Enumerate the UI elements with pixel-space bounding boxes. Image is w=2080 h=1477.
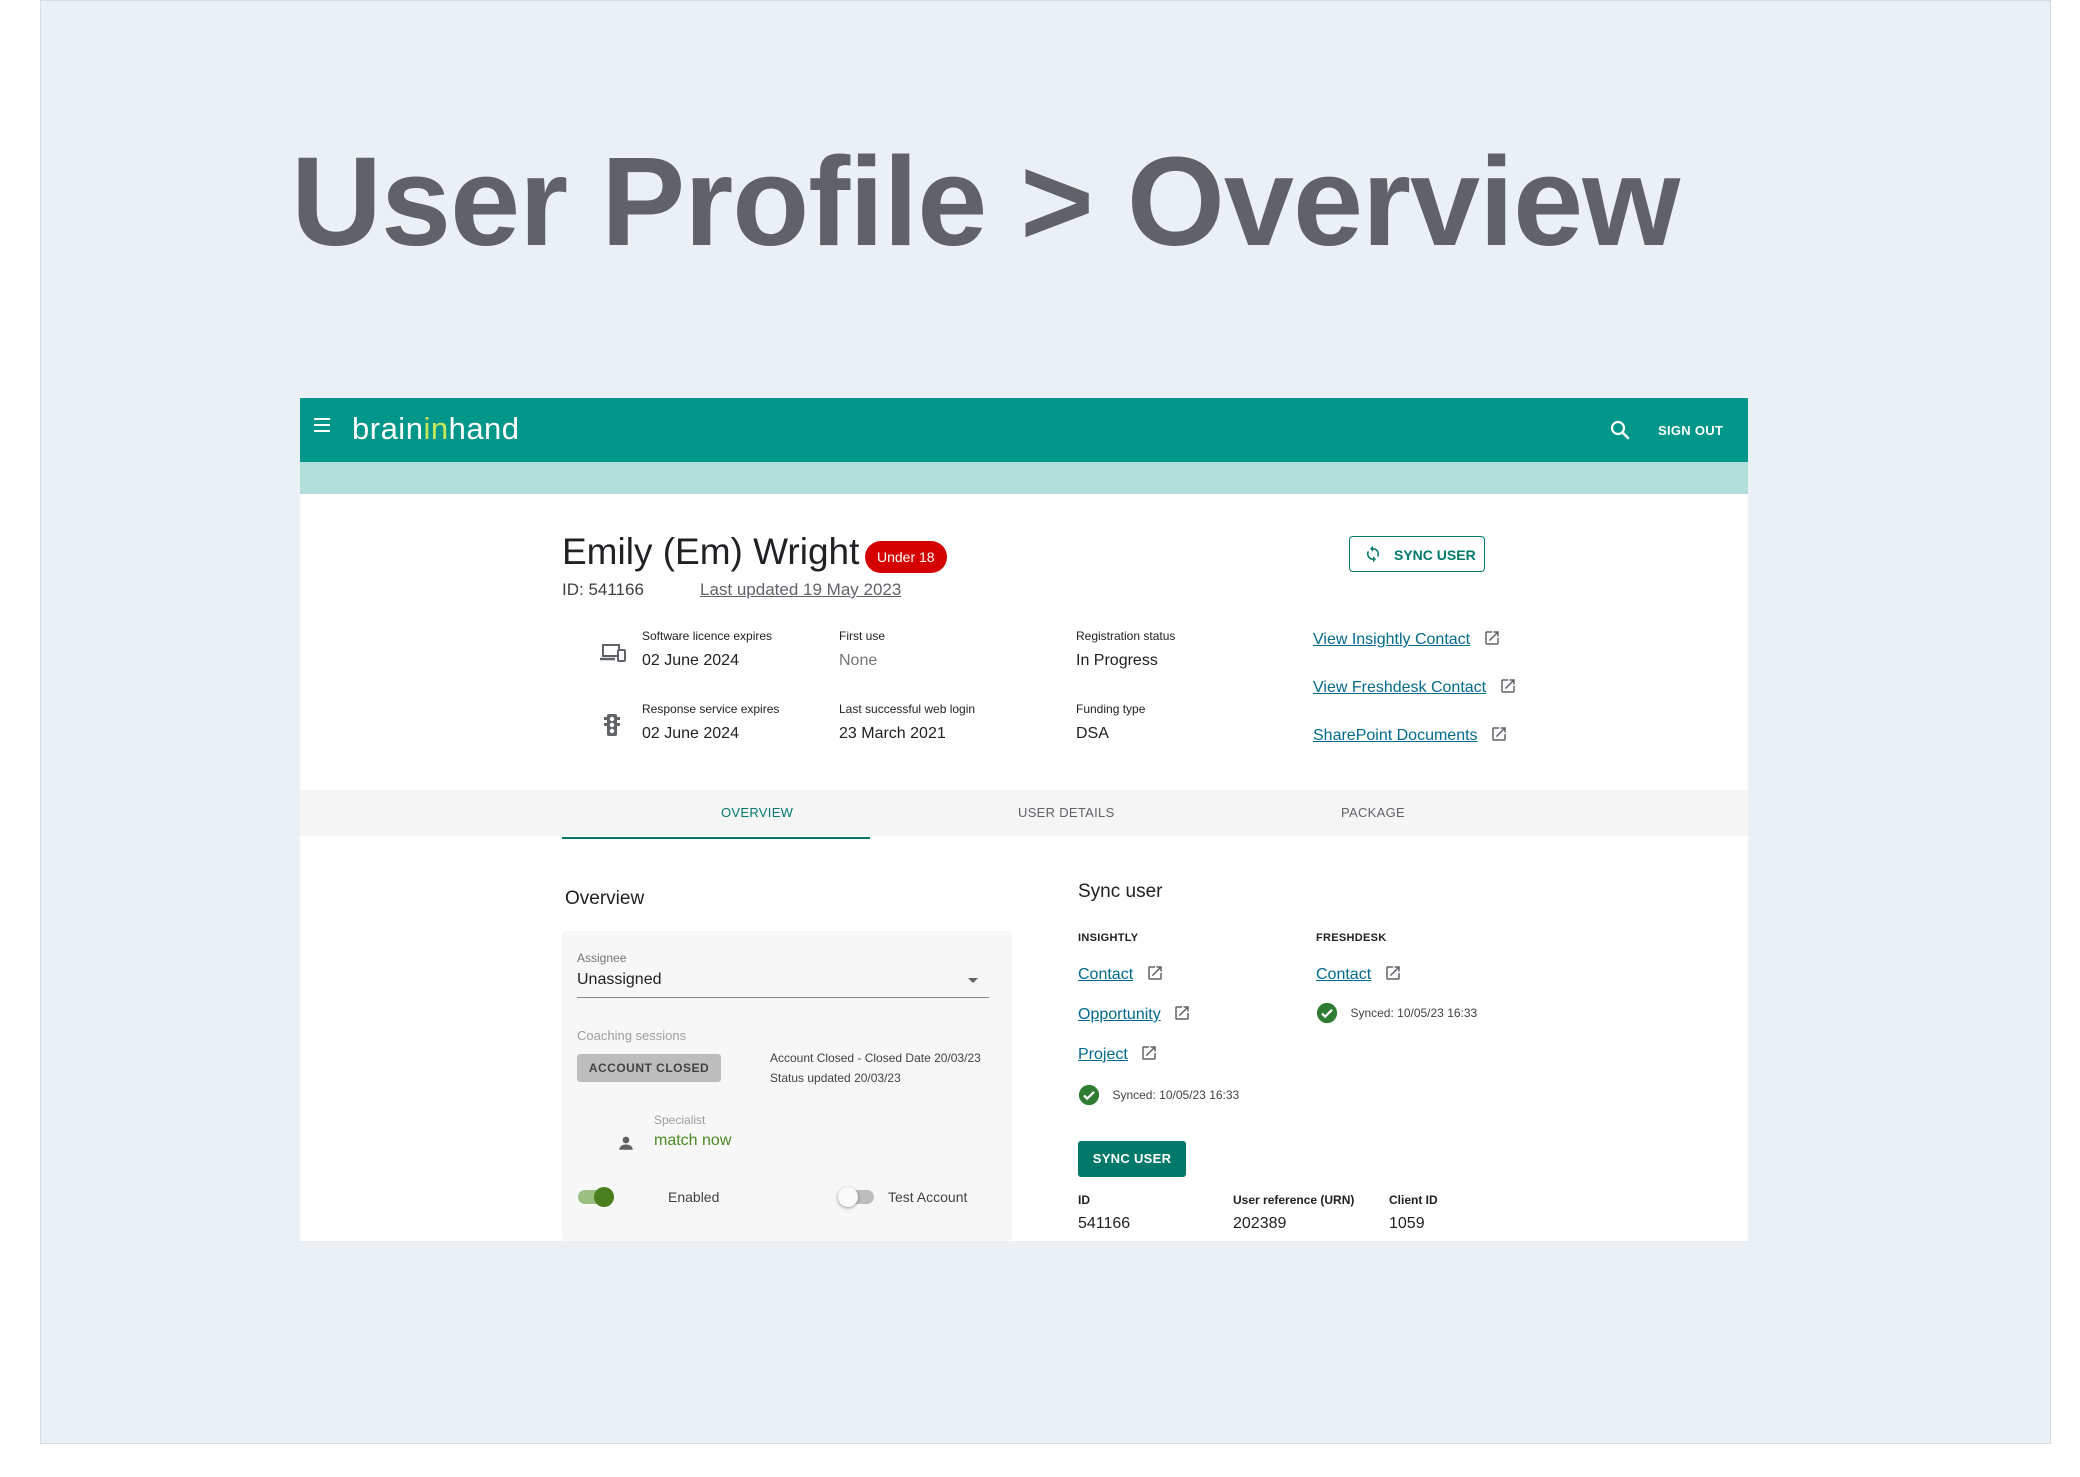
- funding-value: DSA: [1076, 725, 1109, 742]
- menu-icon[interactable]: [314, 418, 334, 442]
- enabled-label: Enabled: [668, 1189, 720, 1205]
- sharepoint-documents-link[interactable]: SharePoint Documents: [1313, 725, 1508, 745]
- sync-user-button-header[interactable]: SYNC USER: [1349, 536, 1485, 572]
- sign-out-button[interactable]: SIGN OUT: [1658, 423, 1723, 438]
- user-id: ID: 541166: [562, 580, 644, 599]
- specialist-label: Specialist: [654, 1113, 706, 1127]
- client-id-label: Client ID: [1389, 1193, 1438, 1207]
- assignee-select[interactable]: Unassigned: [577, 971, 989, 998]
- first-use-value: None: [839, 652, 878, 669]
- web-login-value: 23 March 2021: [839, 725, 946, 742]
- status-updated-detail: Status updated 20/03/23: [770, 1071, 901, 1085]
- open-in-new-icon: [1175, 1006, 1189, 1020]
- registration-label: Registration status: [1076, 629, 1176, 643]
- enabled-toggle[interactable]: [578, 1187, 614, 1207]
- tab-overview[interactable]: OVERVIEW: [721, 805, 793, 820]
- open-in-new-icon: [1492, 727, 1506, 741]
- last-updated-link[interactable]: Last updated 19 May 2023: [700, 580, 901, 600]
- brand-logo: braininhand: [352, 411, 520, 446]
- web-login-label: Last successful web login: [839, 702, 976, 716]
- assignee-label: Assignee: [577, 951, 627, 965]
- toggle-knob: [594, 1187, 614, 1207]
- test-account-label: Test Account: [888, 1189, 968, 1205]
- user-name: Emily (Em) Wright: [562, 531, 860, 572]
- account-closed-detail: Account Closed - Closed Date 20/03/23: [770, 1051, 981, 1065]
- open-in-new-icon: [1385, 966, 1400, 980]
- overview-title: Overview: [565, 888, 645, 909]
- licence-value: 02 June 2024: [642, 652, 739, 669]
- test-account-toggle[interactable]: [838, 1187, 874, 1207]
- coaching-label: Coaching sessions: [577, 1028, 687, 1043]
- insightly-heading: INSIGHTLY: [1078, 932, 1139, 944]
- response-value: 02 June 2024: [642, 725, 739, 742]
- sync-user-button[interactable]: SYNC USER: [1078, 1141, 1186, 1177]
- search-icon[interactable]: [1608, 418, 1632, 442]
- urn-label: User reference (URN): [1233, 1193, 1355, 1207]
- registration-value: In Progress: [1076, 652, 1158, 669]
- account-closed-chip: ACCOUNT CLOSED: [577, 1054, 721, 1082]
- id-label: ID: [1078, 1193, 1090, 1207]
- check-circle-icon: [1316, 1002, 1338, 1024]
- presentation-canvas: User Profile > Overview braininhand SIGN…: [40, 0, 2051, 1444]
- app-window: braininhand SIGN OUT Emily (Em) Wright U…: [300, 398, 1748, 1241]
- insightly-contact-sync-link[interactable]: Contact: [1078, 964, 1164, 984]
- check-circle-icon: [1078, 1084, 1100, 1106]
- first-use-label: First use: [839, 629, 886, 643]
- top-app-bar: braininhand SIGN OUT: [300, 398, 1748, 462]
- insightly-project-link[interactable]: Project: [1078, 1044, 1158, 1064]
- open-in-new-icon: [1500, 679, 1515, 693]
- licence-label: Software licence expires: [642, 629, 773, 643]
- insightly-sync-status: Synced: 10/05/23 16:33: [1078, 1084, 1239, 1106]
- funding-label: Funding type: [1076, 702, 1146, 716]
- tab-package[interactable]: PACKAGE: [1341, 805, 1405, 820]
- age-badge: Under 18: [865, 541, 947, 573]
- id-value: 541166: [1078, 1215, 1131, 1232]
- freshdesk-contact-link[interactable]: View Freshdesk Contact: [1313, 677, 1517, 697]
- insightly-contact-link[interactable]: View Insightly Contact: [1313, 629, 1501, 649]
- open-in-new-icon: [1147, 966, 1162, 980]
- traffic-light-icon: [604, 714, 620, 736]
- freshdesk-sync-status: Synced: 10/05/23 16:33: [1316, 1002, 1477, 1024]
- insightly-opportunity-link[interactable]: Opportunity: [1078, 1004, 1191, 1024]
- tab-user-details[interactable]: USER DETAILS: [1018, 805, 1115, 820]
- sync-icon: [1367, 545, 1379, 563]
- active-tab-indicator: [562, 837, 870, 839]
- slide-headline: User Profile > Overview: [291, 131, 1680, 272]
- client-id-value: 1059: [1389, 1215, 1425, 1232]
- toggle-knob: [838, 1187, 858, 1207]
- open-in-new-icon: [1142, 1046, 1156, 1060]
- header-strip: [300, 462, 1748, 494]
- person-icon: [619, 1136, 633, 1150]
- sync-user-title: Sync user: [1078, 881, 1163, 902]
- match-now-link[interactable]: match now: [654, 1132, 731, 1150]
- open-in-new-icon: [1484, 631, 1499, 645]
- tab-bar: OVERVIEW USER DETAILS PACKAGE: [300, 790, 1748, 836]
- response-label: Response service expires: [642, 702, 780, 716]
- dropdown-arrow-icon: [968, 978, 978, 983]
- freshdesk-heading: FRESHDESK: [1316, 932, 1387, 944]
- devices-icon: [600, 644, 626, 662]
- urn-value: 202389: [1233, 1215, 1287, 1232]
- freshdesk-contact-sync-link[interactable]: Contact: [1316, 964, 1402, 984]
